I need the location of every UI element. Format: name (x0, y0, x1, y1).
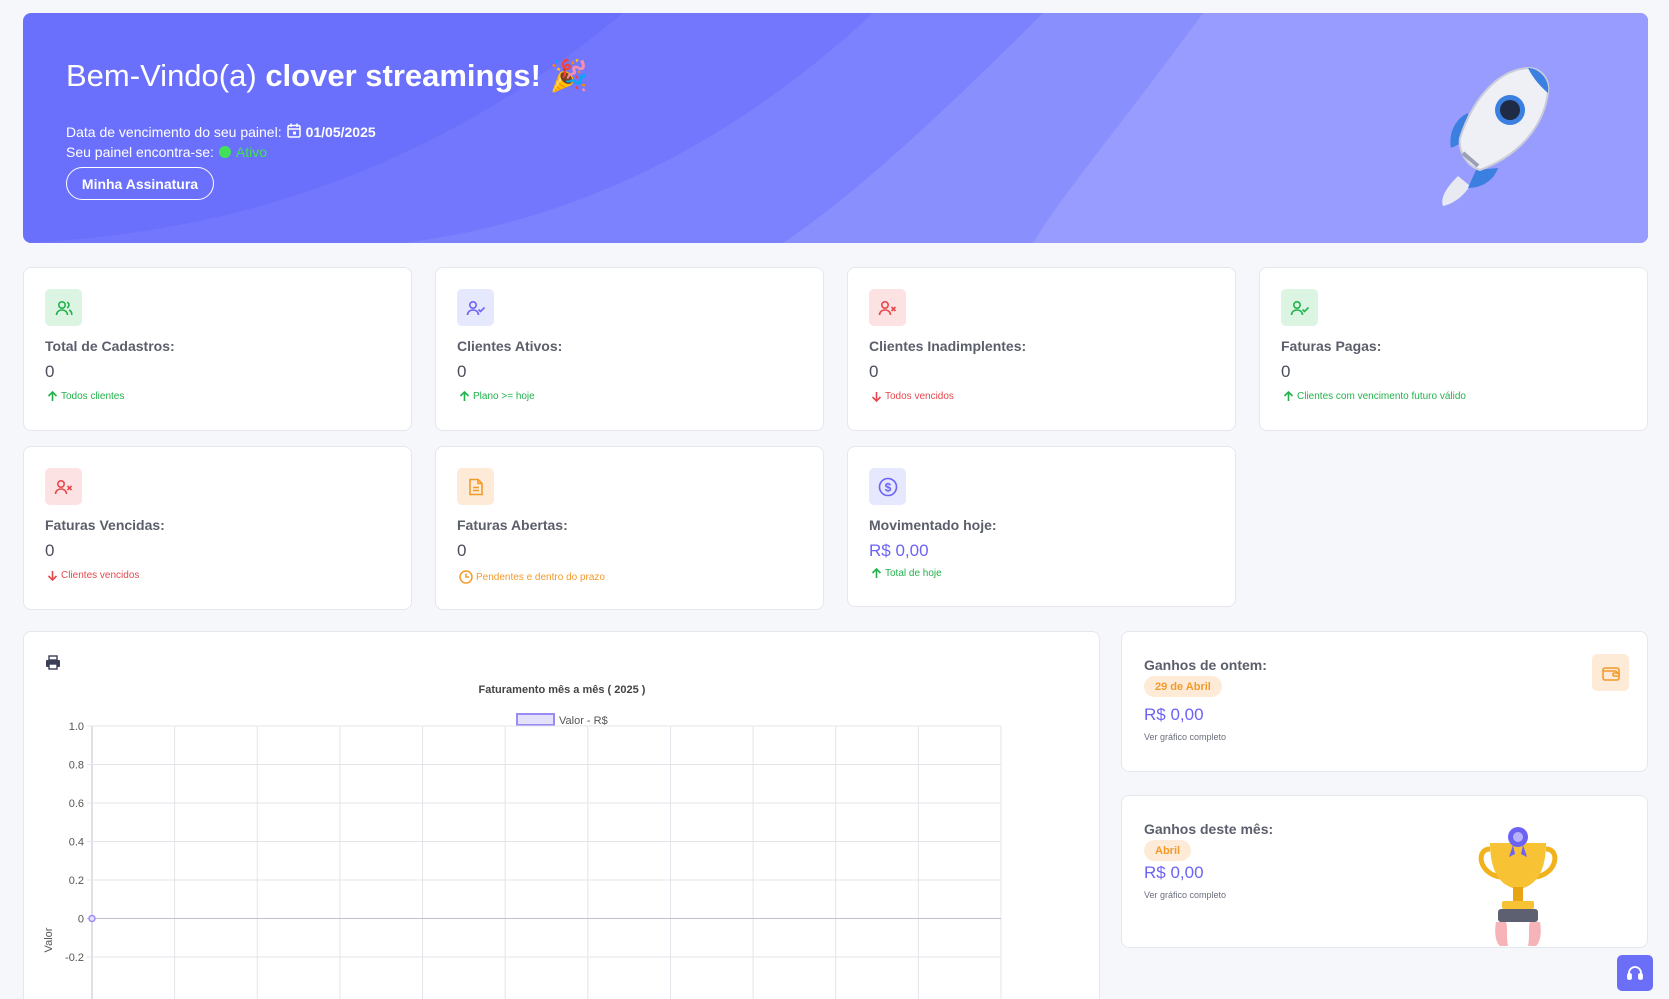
month-earnings-card: Ganhos deste mês: Abril R$ 0,00 Ver gráf… (1121, 795, 1648, 948)
yesterday-amount: R$ 0,00 (1144, 705, 1204, 724)
wallet-icon (1592, 654, 1629, 691)
y-tick-label: -0.2 (65, 952, 84, 964)
status-value: Ativo (235, 144, 267, 160)
trophy-icon (1476, 821, 1560, 951)
stat-title: Faturas Abertas: (457, 517, 568, 533)
yesterday-earnings-card: Ganhos de ontem: 29 de Abril R$ 0,00 Ver… (1121, 631, 1648, 772)
status-dot-icon (218, 146, 231, 158)
stat-note: Todos clientes (47, 391, 124, 402)
stat-note: Todos vencidos (871, 391, 954, 402)
stat-card-moved-today: $ Movimentado hoje: R$ 0,00 Total de hoj… (847, 446, 1236, 607)
arrow-up-icon (1283, 391, 1294, 401)
arrow-up-icon (459, 391, 470, 401)
user-x-icon (45, 468, 82, 505)
stat-card-active-clients: Clientes Ativos: 0 Plano >= hoje (435, 267, 824, 431)
user-x-icon (869, 289, 906, 326)
headset-icon (1627, 966, 1643, 980)
revenue-chart-card: Faturamento mês a mês ( 2025 ) Valor - R… (23, 631, 1100, 999)
due-date-label: Data de vencimento do seu painel: (66, 124, 282, 140)
due-date-value: 01/05/2025 (305, 124, 376, 140)
document-icon (457, 468, 494, 505)
month-badge: Abril (1144, 840, 1192, 861)
month-title: Ganhos deste mês: (1144, 821, 1274, 837)
stat-card-paid-invoices: Faturas Pagas: 0 Clientes com vencimento… (1259, 267, 1648, 431)
print-icon[interactable] (46, 655, 60, 670)
stat-title: Faturas Pagas: (1281, 338, 1382, 354)
y-axis-label: Valor (43, 927, 55, 952)
stat-note-text: Pendentes e dentro do prazo (476, 571, 605, 583)
svg-text:$: $ (884, 480, 891, 494)
support-headset-button[interactable] (1617, 955, 1653, 991)
stat-note-text: Total de hoje (885, 568, 942, 579)
stat-note: Clientes com vencimento futuro válido (1283, 391, 1466, 402)
welcome-prefix: Bem-Vindo(a) (66, 58, 257, 93)
data-point[interactable] (88, 914, 96, 923)
welcome-banner: Bem-Vindo(a) clover streamings! 🎉 Data d… (23, 13, 1648, 243)
status-line: Seu painel encontra-se: Ativo (66, 144, 267, 160)
stat-value: 0 (457, 362, 467, 381)
stat-value: 0 (45, 541, 55, 560)
stat-note: Plano >= hoje (459, 391, 535, 402)
clock-icon (459, 570, 473, 584)
month-amount: R$ 0,00 (1144, 863, 1204, 882)
chart-title: Faturamento mês a mês ( 2025 ) (479, 684, 646, 696)
status-label: Seu painel encontra-se: (66, 144, 214, 160)
arrow-down-icon (47, 571, 58, 581)
stat-title: Clientes Ativos: (457, 338, 563, 354)
stat-value: 0 (457, 541, 467, 560)
legend-label: Valor - R$ (559, 715, 608, 727)
y-tick-label: 0.8 (69, 760, 84, 772)
stat-title: Total de Cadastros: (45, 338, 175, 354)
stat-card-defaulting-clients: Clientes Inadimplentes: 0 Todos vencidos (847, 267, 1236, 431)
stat-card-total-registrations: Total de Cadastros: 0 Todos clientes (23, 267, 412, 431)
y-tick-label: 0.6 (69, 798, 84, 810)
revenue-chart: Faturamento mês a mês ( 2025 ) Valor - R… (43, 655, 1002, 999)
stat-card-open-invoices: Faturas Abertas: 0 Pendentes e dentro do… (435, 446, 824, 610)
chart-legend: Valor - R$ (516, 713, 608, 727)
stat-title: Faturas Vencidas: (45, 517, 165, 533)
yesterday-chart-link[interactable]: Ver gráfico completo (1144, 732, 1226, 742)
stat-value: R$ 0,00 (869, 541, 929, 560)
stat-note-text: Todos vencidos (885, 391, 954, 402)
my-subscription-button[interactable]: Minha Assinatura (66, 167, 214, 200)
welcome-title: Bem-Vindo(a) clover streamings! 🎉 (66, 57, 588, 94)
due-date-line: Data de vencimento do seu painel: 01/05/… (66, 123, 376, 141)
stat-title: Movimentado hoje: (869, 517, 997, 533)
party-emoji-icon: 🎉 (549, 58, 589, 93)
stat-note: Total de hoje (871, 568, 942, 579)
users-icon (45, 289, 82, 326)
yesterday-title: Ganhos de ontem: (1144, 657, 1267, 673)
stat-note-text: Clientes com vencimento futuro válido (1297, 391, 1466, 402)
rocket-icon (1418, 58, 1558, 213)
dollar-circle-icon: $ (869, 468, 906, 505)
arrow-down-icon (871, 392, 882, 402)
username: clover streamings! (265, 58, 541, 93)
stat-value: 0 (45, 362, 55, 381)
stat-value: 0 (869, 362, 879, 381)
y-tick-label: 0 (78, 914, 84, 926)
user-check-icon (457, 289, 494, 326)
user-check-icon (1281, 289, 1318, 326)
stat-note: Clientes vencidos (47, 570, 139, 581)
arrow-up-icon (47, 391, 58, 401)
stat-title: Clientes Inadimplentes: (869, 338, 1027, 354)
calendar-icon (286, 123, 301, 141)
stat-note: Pendentes e dentro do prazo (459, 570, 605, 584)
y-tick-label: 0.4 (69, 837, 84, 849)
legend-swatch (516, 713, 555, 726)
y-tick-label: 1.0 (69, 721, 84, 733)
month-chart-link[interactable]: Ver gráfico completo (1144, 890, 1226, 900)
y-tick-label: 0.2 (69, 875, 84, 887)
arrow-up-icon (871, 568, 882, 578)
stat-card-overdue-invoices: Faturas Vencidas: 0 Clientes vencidos (23, 446, 412, 610)
stat-value: 0 (1281, 362, 1291, 381)
stat-note-text: Todos clientes (61, 391, 125, 402)
stat-note-text: Clientes vencidos (61, 570, 140, 581)
yesterday-date-badge: 29 de Abril (1144, 676, 1222, 697)
stat-note-text: Plano >= hoje (473, 391, 535, 402)
